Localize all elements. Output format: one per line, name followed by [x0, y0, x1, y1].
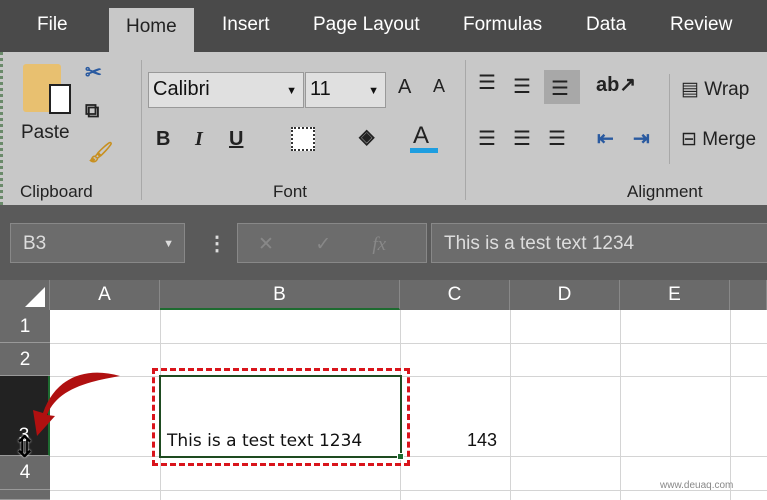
column-header-e[interactable]: E — [620, 280, 730, 310]
cancel-button[interactable]: ✕ — [258, 234, 274, 255]
font-name-value: Calibri — [153, 78, 210, 100]
decrease-indent-icon[interactable]: ⇤ — [597, 126, 614, 151]
font-size-value: 11 — [310, 78, 331, 100]
font-name-select[interactable]: Calibri ▼ — [148, 72, 304, 108]
fill-color-icon[interactable]: ◈ — [359, 124, 374, 149]
merge-label: Merge — [702, 129, 757, 150]
decrease-font-size-icon[interactable]: A — [433, 76, 445, 97]
align-left-icon[interactable]: ☰ — [478, 126, 496, 151]
chevron-down-icon: ▼ — [286, 85, 297, 97]
italic-button[interactable]: I — [195, 128, 203, 151]
tab-review[interactable]: Review — [670, 14, 732, 36]
copy-icon[interactable]: ⧉ — [85, 100, 99, 123]
alignment-group-label: Alignment — [627, 182, 703, 201]
enter-button[interactable]: ✓ — [315, 234, 331, 255]
chevron-down-icon: ▼ — [368, 85, 379, 97]
tab-insert[interactable]: Insert — [222, 14, 270, 36]
font-group-label: Font — [273, 182, 308, 201]
font-color-bar — [410, 148, 438, 153]
tab-page-layout[interactable]: Page Layout — [313, 14, 420, 36]
bold-button[interactable]: B — [156, 128, 170, 151]
wrap-label: Wrap — [704, 79, 750, 100]
chevron-down-icon: ▼ — [163, 238, 174, 250]
merge-button[interactable]: ⊟ Merge — [681, 128, 756, 151]
tab-formulas[interactable]: Formulas — [463, 14, 542, 36]
column-header-c[interactable]: C — [400, 280, 510, 310]
column-header-d[interactable]: D — [510, 280, 620, 310]
cut-icon[interactable]: ✂ — [85, 60, 102, 85]
cell-c3-value[interactable]: 143 — [467, 430, 497, 451]
row-header-1[interactable]: 1 — [0, 310, 50, 343]
tab-home[interactable]: Home — [109, 8, 194, 52]
name-box-value: B3 — [23, 233, 47, 254]
row-resize-cursor-icon: ⇕ — [12, 431, 38, 464]
red-arrow-icon — [33, 372, 120, 436]
name-box[interactable]: B3 ▼ — [10, 223, 185, 263]
middle-align-icon[interactable]: ☰ — [513, 74, 531, 99]
align-right-icon[interactable]: ☰ — [548, 126, 566, 151]
paste-button[interactable]: Paste — [21, 122, 70, 144]
ribbon-tabs: File Home Insert Page Layout Formulas Da… — [0, 0, 767, 52]
align-center-icon[interactable]: ☰ — [513, 126, 531, 151]
formula-input[interactable]: This is a test text 1234 — [431, 223, 767, 263]
increase-indent-icon[interactable]: ⇥ — [633, 126, 650, 151]
more-icon[interactable]: ⋮ — [207, 231, 227, 256]
formula-bar: B3 ▼ ⋮ ✕ ✓ fx This is a test text 1234 — [0, 205, 767, 280]
row-header-5[interactable] — [0, 490, 50, 500]
font-color-icon[interactable]: A — [413, 122, 429, 150]
worksheet-grid: A B C D E 1 2 3 4 This is a test text 12… — [0, 280, 767, 500]
column-header-b[interactable]: B — [160, 280, 400, 310]
top-align-icon[interactable]: ☰ — [478, 70, 496, 95]
bottom-align-icon: ☰ — [551, 78, 569, 100]
highlight-box — [152, 368, 410, 466]
column-header-f[interactable] — [730, 280, 767, 310]
underline-button[interactable]: U — [229, 128, 243, 151]
watermark: www.deuaq.com — [660, 480, 734, 491]
ribbon: Paste ✂ ⧉ 🖌 Clipboard Calibri ▼ 11 ▼ A A B… — [0, 52, 767, 205]
column-header-a[interactable]: A — [50, 280, 160, 310]
tab-data[interactable]: Data — [586, 14, 626, 36]
tab-file[interactable]: File — [37, 14, 68, 36]
insert-function-button[interactable]: fx — [372, 234, 386, 255]
increase-font-size-icon[interactable]: A — [398, 76, 411, 99]
orientation-icon[interactable]: ab↗ — [596, 72, 636, 97]
borders-icon[interactable] — [291, 127, 315, 151]
clipboard-group-label: Clipboard — [20, 182, 93, 201]
format-painter-icon[interactable]: 🖌 — [88, 140, 113, 165]
document-icon — [49, 84, 71, 114]
select-all-button[interactable] — [0, 280, 50, 310]
wrap-text-button[interactable]: ▤ Wrap — [681, 78, 749, 101]
formula-buttons: ✕ ✓ fx — [237, 223, 427, 263]
font-size-select[interactable]: 11 ▼ — [305, 72, 386, 108]
